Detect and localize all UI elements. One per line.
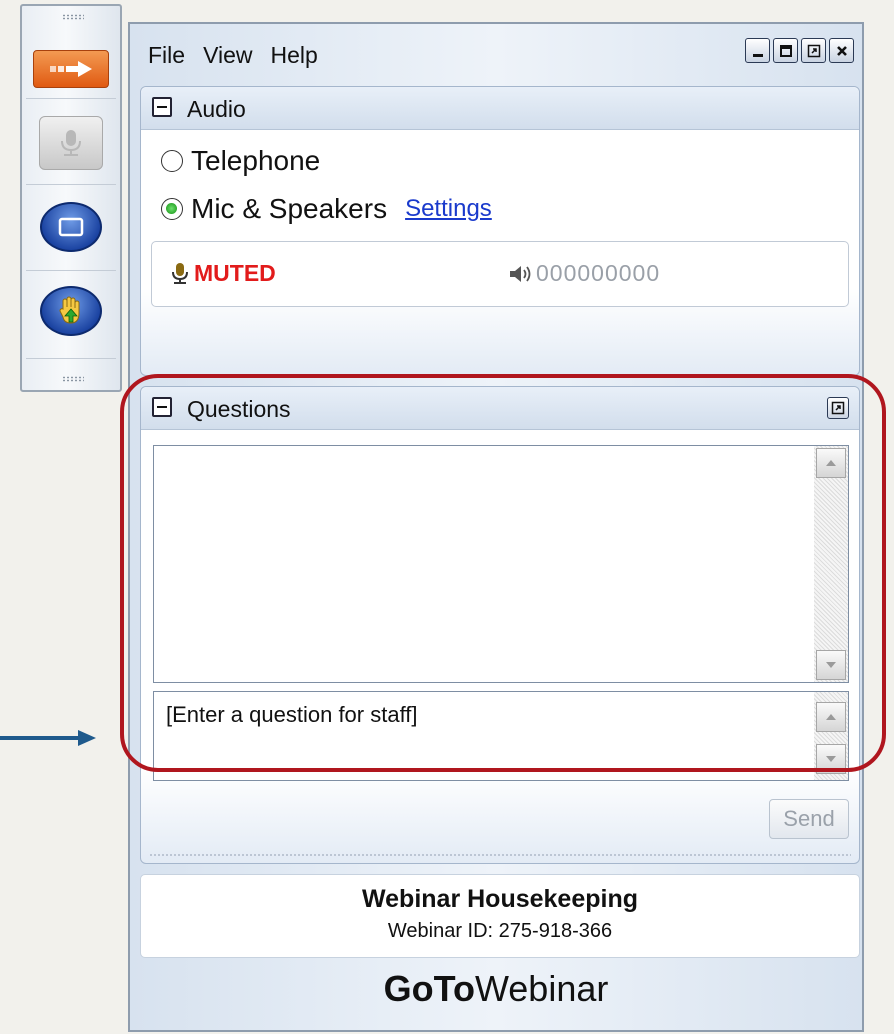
input-scroll-up-button[interactable]	[816, 702, 846, 732]
menu-help[interactable]: Help	[271, 42, 318, 69]
webinar-info: Webinar Housekeeping Webinar ID: 275-918…	[140, 874, 860, 958]
webinar-id: Webinar ID: 275-918-366	[387, 920, 613, 942]
close-icon	[836, 45, 847, 56]
telephone-label: Telephone	[191, 145, 321, 176]
menu-bar: File View Help	[148, 42, 318, 69]
control-panel: File View Help Audio Telephone Mic & Spe…	[128, 22, 864, 1032]
settings-link[interactable]: Settings	[405, 195, 492, 223]
mic-icon	[172, 262, 188, 284]
minimize-button[interactable]	[745, 38, 770, 63]
section-divider	[149, 853, 851, 857]
audio-section: Audio Telephone Mic & Speakers Settings …	[140, 86, 860, 376]
questions-log-scrollbar[interactable]	[814, 446, 848, 682]
toolbar-grip-bottom[interactable]	[62, 376, 84, 382]
screen-view-button[interactable]	[40, 202, 102, 252]
question-input[interactable]: [Enter a question for staff]	[153, 691, 849, 781]
audio-collapse-button[interactable]	[152, 97, 172, 117]
gotowebinar-logo: GoToWebinar	[130, 968, 862, 1010]
mic-speakers-label: Mic & Speakers	[191, 193, 388, 224]
arrow-icon	[50, 61, 92, 77]
input-scroll-down-button[interactable]	[816, 744, 846, 774]
mic-speakers-radio[interactable]	[161, 198, 183, 220]
speaker-icon	[510, 265, 531, 282]
question-input-placeholder: [Enter a question for staff]	[166, 702, 418, 727]
minimize-icon	[752, 53, 763, 57]
questions-popout-button[interactable]	[827, 397, 849, 419]
toolbar-grip-top[interactable]	[62, 14, 84, 20]
logo-bold-text: GoTo	[383, 968, 475, 1009]
questions-header: Questions	[141, 387, 859, 430]
questions-title: Questions	[187, 396, 291, 422]
telephone-radio[interactable]	[161, 150, 183, 172]
mic-muted-status[interactable]: MUTED	[170, 260, 276, 287]
audio-title: Audio	[187, 96, 246, 122]
microphone-button[interactable]	[39, 116, 103, 170]
scroll-down-button[interactable]	[816, 650, 846, 680]
window-controls	[745, 38, 854, 63]
mic-icon	[61, 130, 81, 156]
close-button[interactable]	[829, 38, 854, 63]
chevron-down-icon	[826, 662, 836, 668]
questions-log	[153, 445, 849, 683]
volume-meter-value: 000000000	[536, 260, 661, 286]
audio-status: MUTED 000000000	[151, 241, 849, 307]
mic-speakers-option[interactable]: Mic & Speakers Settings	[161, 193, 492, 225]
muted-label: MUTED	[194, 260, 276, 286]
menu-file[interactable]: File	[148, 42, 185, 69]
telephone-option[interactable]: Telephone	[161, 145, 320, 177]
logo-text: Webinar	[474, 968, 609, 1009]
chevron-up-icon	[826, 460, 836, 466]
maximize-button[interactable]	[773, 38, 798, 63]
speaker-volume-meter: 000000000	[508, 260, 660, 287]
menu-view[interactable]: View	[203, 42, 252, 69]
restore-icon	[807, 44, 820, 57]
raise-hand-button[interactable]	[40, 286, 102, 336]
annotation-arrow	[0, 730, 96, 746]
send-button[interactable]: Send	[769, 799, 849, 839]
popout-icon	[831, 401, 845, 415]
question-input-scrollbar[interactable]	[814, 692, 848, 780]
restore-button[interactable]	[801, 38, 826, 63]
control-toolbar	[20, 4, 122, 392]
questions-section: Questions [Enter a question for staff] S…	[140, 386, 860, 864]
maximize-icon	[779, 44, 792, 57]
chevron-up-icon	[826, 714, 836, 720]
scroll-up-button[interactable]	[816, 448, 846, 478]
webinar-title: Webinar Housekeeping	[362, 885, 638, 913]
screen-icon	[58, 217, 84, 237]
audio-header: Audio	[141, 87, 859, 130]
chevron-down-icon	[826, 756, 836, 762]
hand-icon	[59, 296, 80, 324]
questions-collapse-button[interactable]	[152, 397, 172, 417]
show-hide-panel-button[interactable]	[33, 50, 109, 88]
